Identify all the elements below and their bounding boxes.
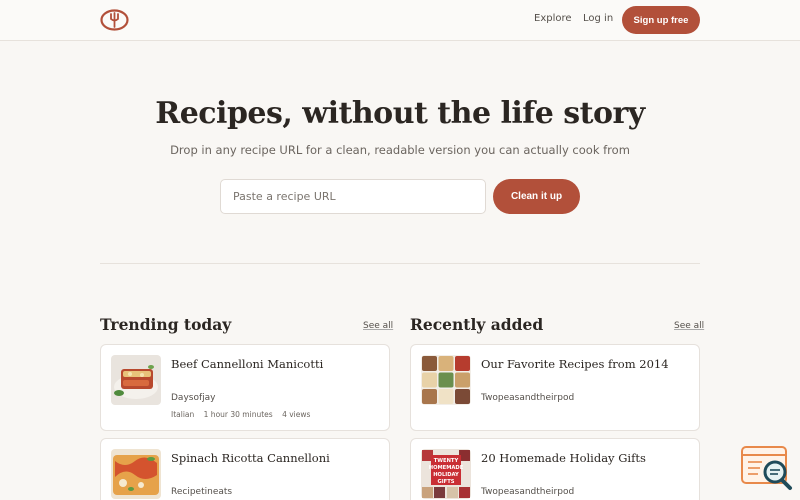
recipe-title: Spinach Ricotta Cannelloni bbox=[171, 451, 330, 465]
logo-icon[interactable] bbox=[100, 8, 129, 32]
recipe-title: 20 Homemade Holiday Gifts bbox=[481, 451, 646, 465]
recipe-card[interactable]: Beef Cannelloni Manicotti Daysofjay Ital… bbox=[100, 344, 390, 431]
signup-button[interactable]: Sign up free bbox=[622, 6, 700, 34]
recipe-thumbnail bbox=[111, 449, 161, 499]
recipe-meta: Italian 1 hour 30 minutes 4 views bbox=[171, 410, 317, 419]
recipe-card[interactable]: TWENTY HOMEMADE HOLIDAY GIFTS 20 Homemad… bbox=[410, 438, 700, 500]
recipe-thumbnail: TWENTY HOMEMADE HOLIDAY GIFTS bbox=[421, 449, 471, 499]
recipe-thumbnail bbox=[111, 355, 161, 405]
nav-explore-link[interactable]: Explore bbox=[534, 13, 572, 24]
recipe-thumbnail bbox=[421, 355, 471, 405]
recipe-cuisine: Italian bbox=[171, 410, 195, 419]
recipe-source: Daysofjay bbox=[171, 393, 216, 403]
hero-subtitle: Drop in any recipe URL for a clean, read… bbox=[170, 143, 630, 157]
nav-login-link[interactable]: Log in bbox=[583, 13, 613, 24]
thumb-text-line: HOLIDAY bbox=[433, 472, 459, 478]
thumb-text-line: GIFTS bbox=[437, 479, 454, 485]
search-widget-icon[interactable] bbox=[740, 445, 794, 491]
thumb-text-line: TWENTY bbox=[434, 458, 459, 464]
hero-title: Recipes, without the life story bbox=[155, 96, 645, 131]
recipe-views: 4 views bbox=[282, 410, 311, 419]
clean-it-up-button[interactable]: Clean it up bbox=[493, 179, 580, 214]
trending-see-all-link[interactable]: See all bbox=[363, 321, 393, 331]
recipe-source: Recipetineats bbox=[171, 487, 233, 497]
trending-section-title: Trending today bbox=[100, 315, 232, 334]
recipe-card[interactable]: Spinach Ricotta Cannelloni Recipetineats bbox=[100, 438, 390, 500]
recipe-source: Twopeasandtheirpod bbox=[481, 393, 575, 403]
recipe-time: 1 hour 30 minutes bbox=[203, 410, 273, 419]
top-navigation-bar: Explore Log in Sign up free bbox=[0, 0, 800, 41]
section-divider bbox=[100, 263, 700, 264]
recipe-title: Beef Cannelloni Manicotti bbox=[171, 357, 324, 371]
recipe-card[interactable]: Our Favorite Recipes from 2014 Twopeasan… bbox=[410, 344, 700, 431]
recent-section-title: Recently added bbox=[410, 315, 544, 334]
recipe-url-input[interactable] bbox=[220, 179, 486, 214]
recent-see-all-link[interactable]: See all bbox=[674, 321, 704, 331]
recipe-title: Our Favorite Recipes from 2014 bbox=[481, 357, 669, 371]
thumb-text-line: HOMEMADE bbox=[429, 465, 464, 471]
recipe-source: Twopeasandtheirpod bbox=[481, 487, 575, 497]
